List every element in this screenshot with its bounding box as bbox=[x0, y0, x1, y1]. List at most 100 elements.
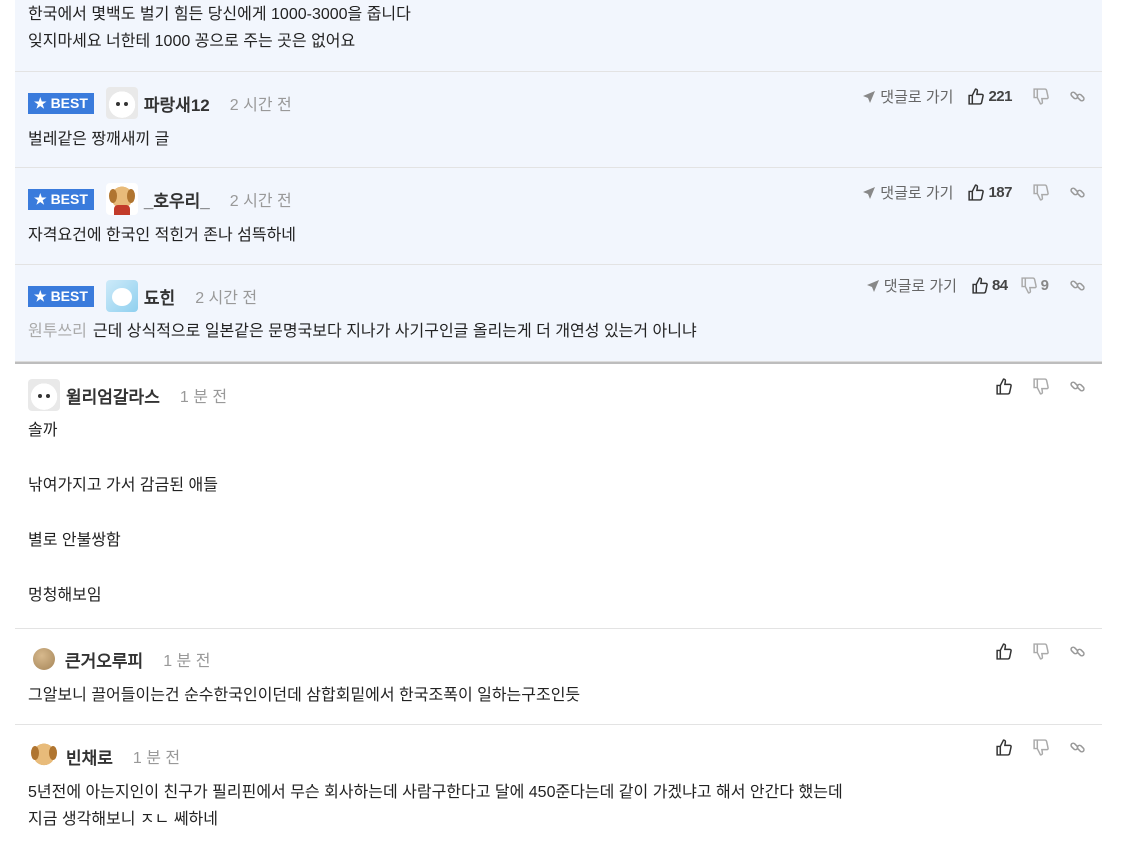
comment-header: 윌리엄갈라스 1 분 전 bbox=[28, 378, 227, 412]
nickname[interactable]: 됴힌 bbox=[144, 284, 175, 309]
avatar[interactable] bbox=[28, 379, 60, 411]
timestamp: 1 분 전 bbox=[179, 389, 228, 406]
like-button[interactable]: 84 bbox=[971, 277, 1008, 294]
comment-text: 5년전에 아는지인이 친구가 필리핀에서 무슨 회사하는데 사람구한다고 달에 … bbox=[28, 779, 843, 833]
dislike-button[interactable] bbox=[1032, 739, 1049, 756]
best-comment-item: ★BEST 파랑새12 2 시간 전 댓글로 가기 221 벌레같은 짱깨새끼 bbox=[15, 72, 1102, 168]
best-comment-item: ★BEST _호우리_ 2 시간 전 댓글로 가기 187 자격요건에 한국인 bbox=[15, 168, 1102, 265]
avatar[interactable] bbox=[105, 87, 138, 119]
nickname[interactable]: 윌리엄갈라스 bbox=[66, 383, 160, 408]
comment-line: 솔까 bbox=[28, 422, 58, 439]
link-button[interactable] bbox=[1069, 277, 1086, 294]
link-button[interactable] bbox=[1069, 643, 1086, 660]
comment-line: 잊지마세요 너한테 1000 꽁으로 주는 곳은 없어요 bbox=[28, 33, 356, 50]
dislike-button[interactable] bbox=[1032, 378, 1049, 395]
avatar[interactable] bbox=[28, 740, 60, 772]
timestamp: 2 시간 전 bbox=[195, 290, 258, 307]
like-count: 187 bbox=[988, 184, 1012, 201]
dislike-button[interactable] bbox=[1032, 88, 1049, 105]
reply-to-nickname[interactable]: 원투쓰리 bbox=[28, 323, 87, 340]
like-button[interactable] bbox=[995, 739, 1012, 756]
link-icon bbox=[1070, 91, 1085, 102]
comment-text: 원투쓰리 근데 상식적으로 일본같은 문명국보다 지나가 사기구인글 올리는게 더… bbox=[28, 318, 697, 345]
nickname[interactable]: 파랑새12 bbox=[144, 91, 210, 116]
comment-text-content: 근데 상식적으로 일본같은 문명국보다 지나가 사기구인글 올리는게 더 개연성… bbox=[92, 323, 697, 340]
link-icon bbox=[1070, 646, 1085, 657]
comment-text: 그알보니 끌어들이는건 순수한국인이던데 삼합회밑에서 한국조폭이 일하는구조인… bbox=[28, 687, 581, 704]
dislike-button[interactable]: 9 bbox=[1020, 277, 1049, 294]
send-arrow-icon bbox=[863, 90, 876, 103]
comment-item: 윌리엄갈라스 1 분 전 솔까 낚여가지고 가서 감금된 애들 별로 안불쌍함 … bbox=[15, 364, 1102, 629]
thumbs-down-icon bbox=[1021, 277, 1037, 294]
comment-line bbox=[28, 554, 218, 581]
like-count: 221 bbox=[988, 88, 1012, 105]
thumbs-up-icon bbox=[996, 739, 1012, 756]
link-button[interactable] bbox=[1069, 378, 1086, 395]
send-arrow-icon bbox=[866, 279, 879, 292]
best-badge: ★ BEST bbox=[28, 188, 94, 210]
link-icon bbox=[1070, 381, 1085, 392]
comment-line: 낚여가지고 가서 감금된 애들 bbox=[28, 477, 218, 494]
comment-item: 빈채로 1 분 전 5년전에 아는지인이 친구가 필리핀에서 무슨 회사하는데 … bbox=[15, 725, 1102, 845]
timestamp: 2 시간 전 bbox=[229, 193, 292, 210]
comment-actions: 댓글로 가기 221 bbox=[862, 86, 1086, 107]
thumbs-down-icon bbox=[1033, 739, 1049, 756]
goto-comment-link[interactable]: 댓글로 가기 bbox=[862, 182, 953, 203]
comment-header: 큰거오루피 1 분 전 bbox=[28, 642, 210, 676]
comment-item: 한국에서 몇백도 벌기 힘든 당신에게 1000-3000을 줍니다 잊지마세요… bbox=[15, 0, 1102, 72]
nickname[interactable]: 빈채로 bbox=[66, 744, 113, 769]
thumbs-down-icon bbox=[1033, 88, 1049, 105]
best-badge: ★ BEST bbox=[28, 285, 94, 307]
star-icon: ★ bbox=[34, 287, 47, 304]
timestamp: 1 분 전 bbox=[132, 750, 181, 767]
comment-line bbox=[28, 499, 218, 526]
comment-line bbox=[28, 444, 218, 471]
avatar[interactable] bbox=[105, 280, 138, 312]
nickname[interactable]: _호우리_ bbox=[144, 187, 210, 212]
link-button[interactable] bbox=[1069, 739, 1086, 756]
like-count: 84 bbox=[991, 277, 1008, 294]
send-arrow-icon bbox=[863, 186, 876, 199]
comment-text: 자격요건에 한국인 적힌거 존나 섬뜩하네 bbox=[28, 227, 297, 244]
link-icon bbox=[1070, 187, 1085, 198]
like-button[interactable] bbox=[995, 378, 1012, 395]
comment-header: 빈채로 1 분 전 bbox=[28, 739, 180, 773]
like-button[interactable] bbox=[995, 643, 1012, 660]
thumbs-up-icon bbox=[996, 378, 1012, 395]
dislike-count: 9 bbox=[1040, 277, 1049, 294]
thumbs-up-icon bbox=[968, 88, 985, 105]
comment-line: 별로 안불쌍함 bbox=[28, 532, 121, 549]
star-icon: ★ bbox=[34, 190, 47, 207]
goto-comment-link[interactable]: 댓글로 가기 bbox=[866, 275, 957, 296]
goto-comment-label: 댓글로 가기 bbox=[880, 185, 954, 202]
comment-text: 한국에서 몇백도 벌기 힘든 당신에게 1000-3000을 줍니다 잊지마세요… bbox=[28, 1, 411, 55]
link-button[interactable] bbox=[1069, 184, 1086, 201]
thumbs-down-icon bbox=[1033, 184, 1049, 201]
comment-header: ★ BEST 파랑새12 2 시간 전 bbox=[28, 86, 292, 120]
goto-comment-link[interactable]: 댓글로 가기 bbox=[862, 86, 953, 107]
avatar[interactable] bbox=[33, 648, 55, 670]
goto-comment-label: 댓글로 가기 bbox=[883, 278, 957, 295]
comment-item: 큰거오루피 1 분 전 그알보니 끌어들이는건 순수한국인이던데 삼합회밑에서 … bbox=[15, 629, 1102, 725]
star-icon: ★ bbox=[34, 94, 47, 111]
like-button[interactable]: 187 bbox=[967, 184, 1012, 201]
comment-actions bbox=[995, 739, 1086, 756]
best-badge-label: BEST bbox=[50, 288, 88, 304]
comment-actions bbox=[995, 378, 1086, 395]
best-badge-label: BEST bbox=[50, 95, 88, 111]
like-button[interactable]: 221 bbox=[967, 88, 1012, 105]
best-comment-item: ★ BEST 됴힌 2 시간 전 댓글로 가기 84 9 원투쓰리 근데 상식적… bbox=[15, 265, 1102, 361]
comment-header: ★ BEST 됴힌 2 시간 전 bbox=[28, 279, 257, 313]
thumbs-up-icon bbox=[972, 277, 988, 294]
best-badge: ★ BEST bbox=[28, 92, 94, 114]
comment-text: 벌레같은 짱깨새끼 글 bbox=[28, 131, 170, 148]
dislike-button[interactable] bbox=[1032, 643, 1049, 660]
best-badge-label: BEST bbox=[50, 191, 88, 207]
link-button[interactable] bbox=[1069, 88, 1086, 105]
avatar[interactable] bbox=[105, 183, 138, 215]
comment-actions: 댓글로 가기 187 bbox=[862, 182, 1086, 203]
thumbs-up-icon bbox=[996, 643, 1012, 660]
dislike-button[interactable] bbox=[1032, 184, 1049, 201]
nickname[interactable]: 큰거오루피 bbox=[65, 647, 143, 672]
comment-list: 한국에서 몇백도 벌기 힘든 당신에게 1000-3000을 줍니다 잊지마세요… bbox=[15, 0, 1102, 845]
